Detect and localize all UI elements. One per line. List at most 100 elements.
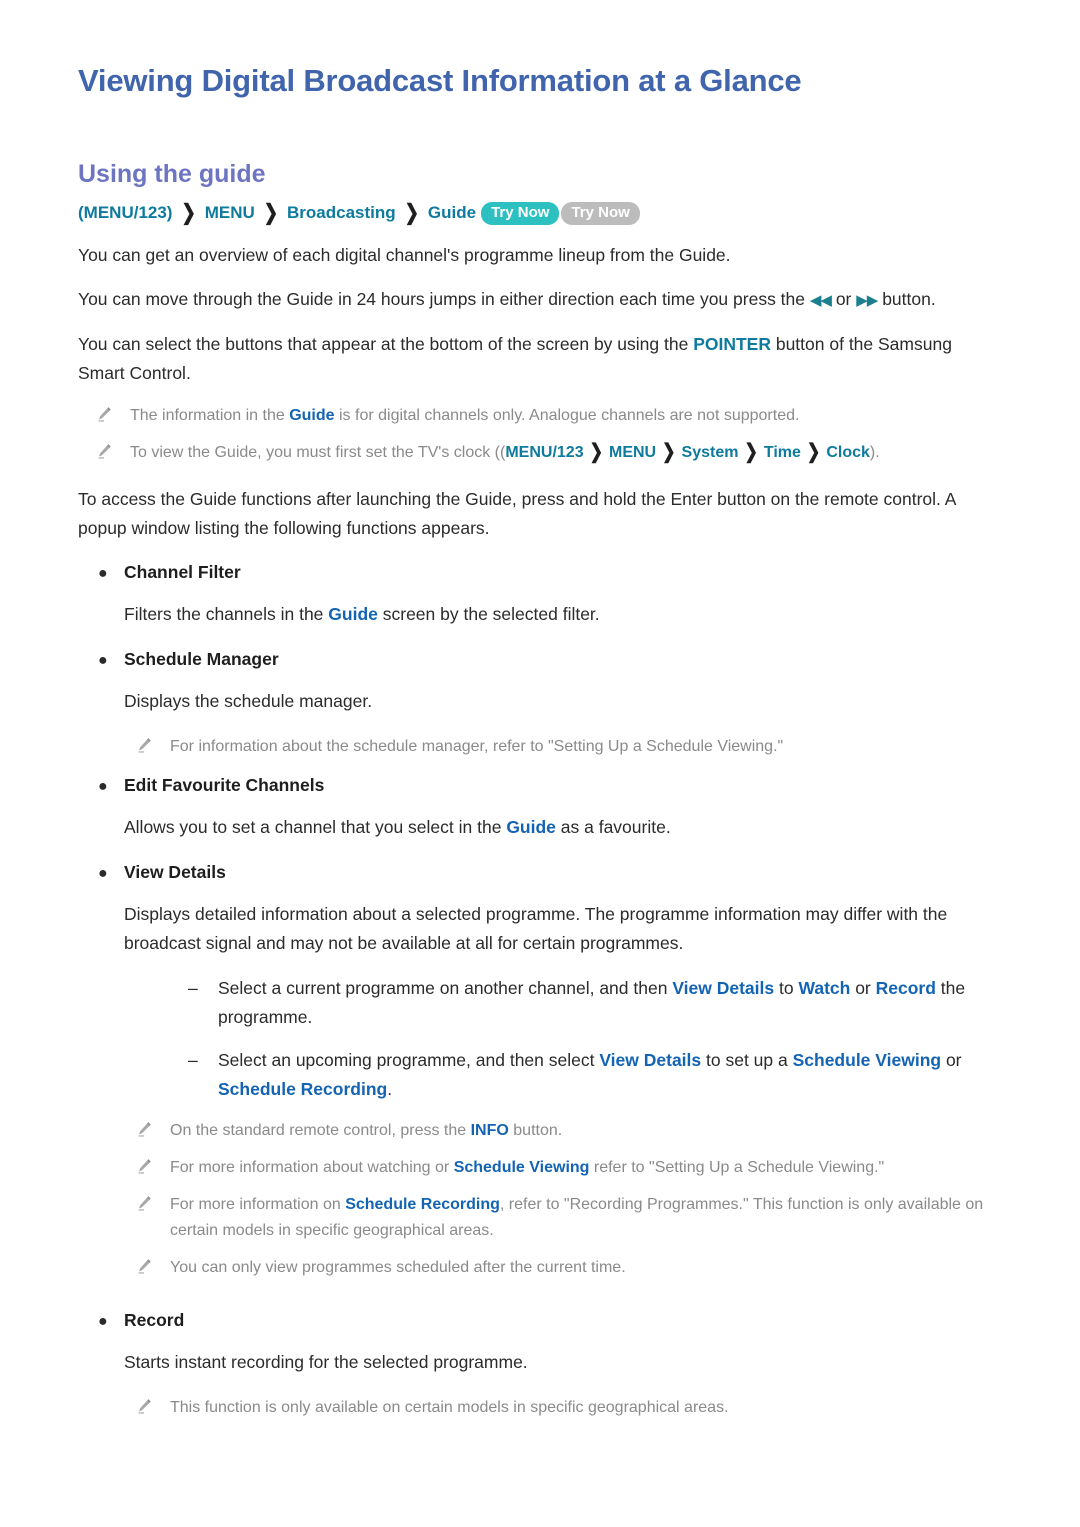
- function-name: Edit Favourite Channels: [124, 775, 325, 796]
- path-item-menu: MENU: [609, 444, 657, 462]
- breadcrumb-item-broadcasting[interactable]: Broadcasting: [287, 199, 396, 227]
- path-item-time: Time: [763, 444, 801, 462]
- chevron-right-icon: ❯: [744, 441, 758, 464]
- fast-forward-icon: ▶▶: [856, 292, 878, 310]
- function-name: Record: [124, 1310, 185, 1331]
- chevron-right-icon: ❯: [263, 200, 279, 225]
- note-analogue-channels: The information in the Guide is for digi…: [96, 403, 1020, 429]
- note-text-before: The information in the: [130, 407, 290, 425]
- guide-keyword: Guide: [328, 604, 378, 625]
- view-details-keyword: View Details: [599, 1050, 702, 1071]
- list-item-channel-filter: ● Channel Filter: [78, 558, 1020, 588]
- note-text-before: On the standard remote control, press th…: [170, 1122, 471, 1140]
- intro-paragraph-3: You can select the buttons that appear a…: [78, 330, 993, 388]
- sub-item-text: Select a current programme on another ch…: [218, 974, 1020, 1032]
- desc-before: Filters the channels in the: [124, 604, 329, 625]
- access-paragraph: To access the Guide functions after laun…: [78, 489, 956, 539]
- path-item-menu123: MENU/123: [505, 444, 584, 462]
- try-now-badge-active[interactable]: Try Now: [481, 201, 560, 225]
- pencil-icon: [136, 1118, 170, 1138]
- pencil-icon: [136, 1155, 170, 1175]
- bullet-icon: ●: [98, 565, 108, 583]
- chevron-right-icon: ❯: [806, 441, 821, 464]
- intro-paragraph-1: You can get an overview of each digital …: [78, 245, 731, 266]
- chevron-right-icon: ❯: [589, 441, 603, 464]
- intro-p2-text-a: You can move through the Guide in 24 hou…: [78, 289, 810, 310]
- view-details-keyword: View Details: [672, 978, 775, 999]
- note-clock-setting: To view the Guide, you must first set th…: [96, 440, 1020, 466]
- desc-after: as a favourite.: [555, 817, 671, 838]
- note-text-before: To view the Guide, you must first set th…: [130, 444, 506, 462]
- note-text: For more information about watching or S…: [170, 1155, 884, 1181]
- seg-1: Select an upcoming programme, and then s…: [218, 1050, 600, 1071]
- watch-keyword: Watch: [798, 978, 851, 999]
- note-text: For information about the schedule manag…: [170, 738, 784, 756]
- guide-keyword: Guide: [506, 817, 556, 838]
- dash-icon: –: [188, 978, 198, 999]
- function-desc-edit-favourite-channels: Allows you to set a channel that you sel…: [124, 813, 1004, 842]
- dash-icon: –: [188, 1050, 198, 1071]
- pencil-icon: [96, 403, 130, 423]
- sub-item-text: Select an upcoming programme, and then s…: [218, 1046, 1020, 1104]
- seg-3: or: [850, 978, 876, 999]
- desc-after: screen by the selected filter.: [377, 604, 600, 625]
- bullet-icon: ●: [98, 1313, 108, 1331]
- schedule-viewing-keyword: Schedule Viewing: [792, 1050, 942, 1071]
- seg-3: or: [941, 1050, 962, 1071]
- path-item-clock: Clock: [826, 444, 870, 462]
- info-keyword: INFO: [470, 1122, 509, 1140]
- note-text: This function is only available on certa…: [170, 1399, 729, 1417]
- chevron-right-icon: ❯: [181, 200, 196, 225]
- list-item-view-details: ● View Details: [78, 858, 1020, 888]
- sub-item-current-programme: – Select a current programme on another …: [78, 974, 1020, 1032]
- note-text: To view the Guide, you must first set th…: [130, 440, 880, 466]
- note-text-before: For more information about watching or: [170, 1159, 454, 1177]
- note-scheduled-after-current-time: You can only view programmes scheduled a…: [136, 1255, 1020, 1281]
- intro-p2-or: or: [830, 289, 857, 310]
- note-text-after: is for digital channels only. Analogue c…: [334, 407, 800, 425]
- schedule-recording-keyword: Schedule Recording: [218, 1079, 388, 1100]
- note-text-after: ).: [869, 444, 880, 462]
- bullet-icon: ●: [98, 778, 108, 796]
- desc-before: Allows you to set a channel that you sel…: [124, 817, 507, 838]
- seg-2: to: [774, 978, 799, 999]
- pencil-icon: [136, 1192, 170, 1212]
- note-record-availability: This function is only available on certa…: [136, 1395, 1020, 1421]
- note-text: The information in the Guide is for digi…: [130, 403, 799, 429]
- note-text: You can only view programmes scheduled a…: [170, 1259, 626, 1277]
- note-text-after: button.: [508, 1122, 563, 1140]
- seg-4: .: [387, 1079, 393, 1100]
- list-item-record: ● Record: [78, 1306, 1020, 1336]
- function-desc-channel-filter: Filters the channels in the Guide screen…: [124, 600, 1004, 629]
- function-desc-schedule-manager: Displays the schedule manager.: [124, 691, 373, 712]
- pencil-icon: [136, 1395, 170, 1415]
- function-desc-record: Starts instant recording for the selecte…: [124, 1352, 528, 1373]
- note-text-after: refer to "Setting Up a Schedule Viewing.…: [589, 1159, 885, 1177]
- list-item-edit-favourite-channels: ● Edit Favourite Channels: [78, 771, 1020, 801]
- function-desc-view-details: Displays detailed information about a se…: [124, 904, 948, 954]
- breadcrumb-item-menu[interactable]: MENU: [205, 199, 255, 227]
- intro-paragraph-2: You can move through the Guide in 24 hou…: [78, 285, 993, 315]
- guide-keyword: Guide: [289, 407, 335, 425]
- note-schedule-manager: For information about the schedule manag…: [136, 734, 1020, 760]
- list-item-schedule-manager: ● Schedule Manager: [78, 645, 1020, 675]
- try-now-badge-inactive[interactable]: Try Now: [561, 201, 640, 225]
- chevron-right-icon: ❯: [404, 200, 419, 225]
- intro-p2-text-b: button.: [877, 289, 936, 310]
- note-info-button: On the standard remote control, press th…: [136, 1118, 1020, 1144]
- function-name: Channel Filter: [124, 562, 241, 583]
- note-text-before: For more information on: [170, 1196, 346, 1214]
- breadcrumb-item-menu123[interactable]: (MENU/123): [78, 199, 172, 227]
- note-schedule-viewing: For more information about watching or S…: [136, 1155, 1020, 1181]
- document-page: Viewing Digital Broadcast Information at…: [0, 0, 1080, 1527]
- schedule-recording-keyword: Schedule Recording: [345, 1196, 500, 1214]
- page-title: Viewing Digital Broadcast Information at…: [78, 63, 802, 98]
- schedule-viewing-keyword: Schedule Viewing: [453, 1159, 590, 1177]
- breadcrumb-item-guide[interactable]: Guide: [428, 199, 476, 227]
- pencil-icon: [136, 734, 170, 754]
- record-keyword: Record: [875, 978, 936, 999]
- chevron-right-icon: ❯: [662, 441, 676, 464]
- note-text: On the standard remote control, press th…: [170, 1118, 562, 1144]
- intro-p3-text-a: You can select the buttons that appear a…: [78, 334, 694, 355]
- note-text: For more information on Schedule Recordi…: [170, 1192, 1020, 1244]
